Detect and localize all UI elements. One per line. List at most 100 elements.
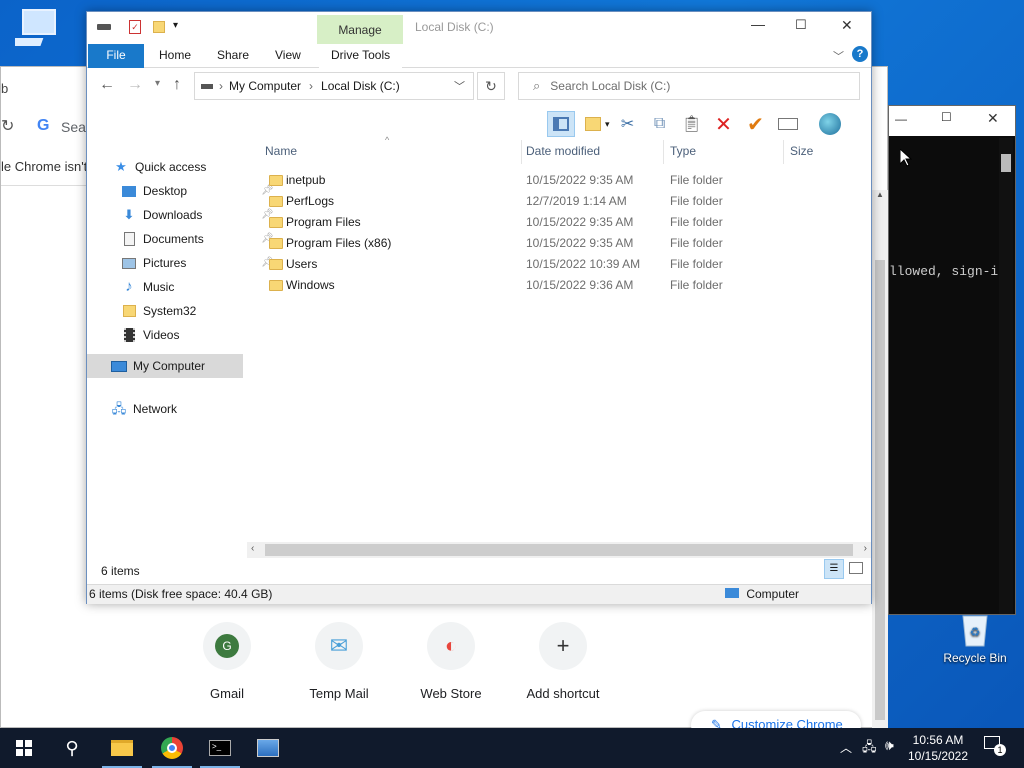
clock-date: 10/15/2022 (907, 749, 969, 763)
shortcut-web-store[interactable]: ◐ Web Store (401, 622, 501, 701)
back-arrow-icon[interactable]: ← (99, 76, 115, 94)
properties-dropdown-icon[interactable]: ▾ (605, 119, 610, 130)
chrome-reload-icon[interactable]: ↻ (1, 116, 14, 136)
minimize-icon[interactable]: — (751, 16, 765, 32)
delete-button[interactable]: ✕ (710, 111, 738, 137)
close-icon[interactable]: ✕ (987, 110, 999, 127)
search-button[interactable]: ⚲ (48, 728, 96, 768)
notifications-button[interactable]: 1 (980, 736, 1010, 760)
status-location-label: Computer (746, 587, 800, 601)
google-icon: G (37, 117, 50, 134)
terminal-icon: >_ (209, 740, 231, 756)
column-header-date-modified[interactable]: Date modified (526, 140, 666, 164)
scroll-thumb[interactable] (265, 544, 853, 556)
maximize-icon[interactable]: ☐ (795, 17, 807, 33)
minimize-icon[interactable]: — (895, 112, 907, 126)
scroll-left-icon[interactable]: ‹ (251, 543, 254, 554)
clock[interactable]: 10:56 AM 10/15/2022 (905, 732, 971, 764)
desktop-icon-recycle-bin[interactable]: ♻ Recycle Bin (940, 612, 1010, 665)
nav-my-computer[interactable]: My Computer (87, 354, 243, 378)
help-icon[interactable]: ? (852, 46, 868, 62)
cut-button[interactable]: ✂ (614, 111, 642, 137)
nav-desktop[interactable]: Desktop 📌︎ (121, 180, 274, 202)
refresh-button[interactable]: ↻ (477, 72, 505, 100)
scroll-up-arrow-icon[interactable]: ▲ (872, 190, 888, 199)
tab-drive-tools[interactable]: Drive Tools (319, 44, 403, 68)
maximize-icon[interactable]: ☐ (941, 110, 952, 124)
file-date: 12/7/2019 1:14 AM (526, 194, 627, 208)
nav-music[interactable]: ♪ Music (121, 276, 174, 298)
volume-icon[interactable]: 🕪︎ (885, 737, 894, 754)
breadcrumb-my-computer[interactable]: My Computer (229, 79, 301, 93)
horizontal-scrollbar[interactable]: ‹ › (247, 542, 871, 558)
file-name: Program Files (x86) (286, 236, 392, 250)
address-dropdown-icon[interactable]: ﹀ (454, 78, 465, 94)
taskbar-terminal[interactable]: >_ (196, 728, 244, 768)
table-row[interactable]: Windows 10/15/2022 9:36 AM File folder (257, 275, 857, 296)
paste-button[interactable]: 📋︎ (678, 111, 706, 137)
desktop-icon-my-computer[interactable] (4, 6, 74, 53)
documents-icon (121, 231, 137, 247)
tab-file[interactable]: File (88, 44, 144, 68)
table-row[interactable]: Users 10/15/2022 10:39 AM File folder (257, 254, 857, 275)
table-row[interactable]: inetpub 10/15/2022 9:35 AM File folder (257, 170, 857, 191)
details-view-icon[interactable]: ☰ (824, 559, 844, 579)
column-header-size[interactable]: Size (790, 140, 860, 164)
console-scrollbar[interactable] (999, 138, 1013, 614)
chrome-scrollbar[interactable]: ▲ (872, 190, 888, 728)
nav-videos[interactable]: Videos (121, 324, 179, 346)
copy-button[interactable]: ⧉ (646, 111, 674, 137)
table-row[interactable]: Program Files 10/15/2022 9:35 AM File fo… (257, 212, 857, 233)
close-icon[interactable]: ✕ (841, 17, 853, 34)
scroll-right-icon[interactable]: › (864, 543, 867, 554)
ribbon-expand-icon[interactable]: ﹀ (833, 48, 844, 64)
file-type: File folder (670, 257, 723, 271)
file-name: Program Files (286, 215, 361, 229)
tab-share[interactable]: Share (205, 44, 261, 68)
nav-quick-access[interactable]: ★ Quick access (113, 156, 206, 178)
nav-system32[interactable]: System32 (121, 300, 196, 322)
breadcrumb-local-disk[interactable]: Local Disk (C:) (321, 79, 400, 93)
new-folder-qat-icon[interactable] (153, 21, 165, 33)
tab-view[interactable]: View (263, 44, 313, 68)
taskbar-chrome[interactable] (148, 728, 196, 768)
show-hidden-icons-icon[interactable]: ︿ (840, 739, 852, 756)
properties-qat-icon[interactable]: ✓ (129, 20, 141, 34)
nav-label: Quick access (135, 160, 207, 174)
properties-button[interactable] (579, 111, 607, 137)
navigation-pane-button[interactable] (547, 111, 575, 137)
qat-dropdown-icon[interactable]: ▾ (173, 20, 178, 31)
nav-documents[interactable]: Documents 📌︎ (121, 228, 274, 250)
folder-icon (269, 217, 283, 228)
network-status-icon[interactable]: 🖧︎ (862, 738, 877, 760)
column-header-type[interactable]: Type (670, 140, 780, 164)
network-button[interactable] (816, 111, 844, 137)
file-type: File folder (670, 173, 723, 187)
file-name: inetpub (286, 173, 326, 187)
tab-home[interactable]: Home (147, 44, 203, 68)
address-bar[interactable]: › My Computer › Local Disk (C:) ﹀ (194, 72, 474, 100)
rename-confirm-button[interactable]: ✔ (742, 111, 770, 137)
forward-arrow-icon[interactable]: → (127, 76, 143, 94)
shortcut-gmail[interactable]: G Gmail (177, 622, 277, 701)
start-button[interactable] (0, 728, 48, 768)
star-icon: ★ (115, 159, 127, 174)
nav-downloads[interactable]: ⬇ Downloads 📌︎ (121, 204, 274, 226)
shortcut-label: Gmail (210, 686, 244, 701)
search-input[interactable]: ⌕ Search Local Disk (C:) (518, 72, 860, 100)
nav-pictures[interactable]: Pictures 📌︎ (121, 252, 274, 274)
taskbar-file-explorer[interactable] (98, 728, 146, 768)
nav-network[interactable]: 🖧︎ Network (111, 398, 177, 420)
taskbar-app[interactable] (244, 728, 292, 768)
large-icons-view-icon[interactable] (849, 562, 863, 574)
recent-locations-icon[interactable]: ▾ (155, 78, 160, 89)
checkmark-icon: ✔ (747, 113, 764, 136)
shortcut-add[interactable]: + Add shortcut (513, 622, 613, 701)
rename-button[interactable] (774, 111, 802, 137)
table-row[interactable]: PerfLogs 12/7/2019 1:14 AM File folder (257, 191, 857, 212)
chrome-icon (161, 737, 183, 759)
up-arrow-icon[interactable]: ↑ (173, 76, 181, 94)
shortcut-temp-mail[interactable]: ✉ Temp Mail (289, 622, 389, 701)
table-row[interactable]: Program Files (x86) 10/15/2022 9:35 AM F… (257, 233, 857, 254)
column-header-name[interactable]: Name (265, 140, 521, 164)
